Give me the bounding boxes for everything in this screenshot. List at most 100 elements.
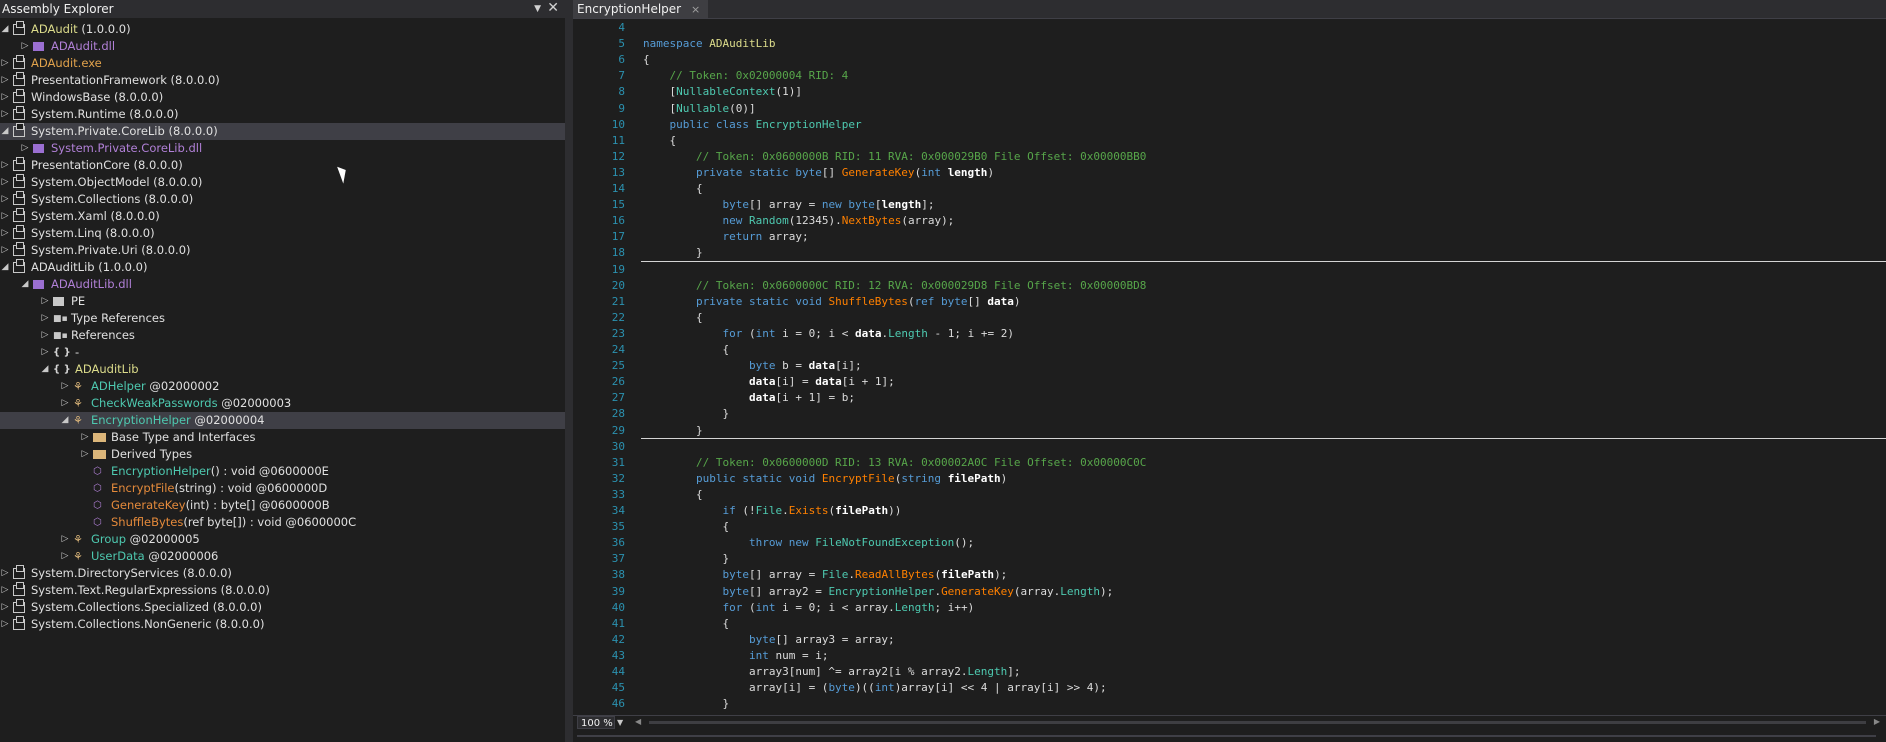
- collapsed-arrow-icon[interactable]: ▷: [60, 531, 70, 548]
- line-number: 19: [611, 262, 625, 276]
- tree-item[interactable]: ▷ ⚘ CheckWeakPasswords @02000003: [0, 395, 565, 412]
- collapsed-arrow-icon[interactable]: ▷: [60, 548, 70, 565]
- tree-item[interactable]: ▷ ⚘ ADHelper @02000002: [0, 378, 565, 395]
- tree-item[interactable]: ◢{ } ADAuditLib: [0, 361, 565, 378]
- collapsed-arrow-icon[interactable]: ▷: [0, 89, 10, 106]
- tree-item[interactable]: ▷ ⚘ UserData @02000006: [0, 548, 565, 565]
- tab-close-icon[interactable]: ×: [691, 3, 700, 16]
- assembly-explorer-panel: Assembly Explorer ▼ ✕ ◢ ADAudit (1.0.0.0)…: [0, 0, 565, 742]
- tree-item[interactable]: ▷ Base Type and Interfaces: [0, 429, 565, 446]
- tree-item[interactable]: ⬡ GenerateKey(int) : byte[] @0600000B: [0, 497, 565, 514]
- expanded-arrow-icon[interactable]: ◢: [40, 361, 50, 378]
- tree-item[interactable]: ▷ PresentationCore (8.0.0.0): [0, 157, 565, 174]
- scroll-thumb[interactable]: [649, 721, 1866, 724]
- tree-item[interactable]: ▷ PresentationFramework (8.0.0.0): [0, 72, 565, 89]
- tree-item[interactable]: ▷ ⚘ Group @02000005: [0, 531, 565, 548]
- collapsed-arrow-icon[interactable]: ▷: [0, 174, 10, 191]
- collapsed-arrow-icon[interactable]: ▷: [20, 140, 30, 157]
- tree-item[interactable]: ▷ System.ObjectModel (8.0.0.0): [0, 174, 565, 191]
- collapsed-arrow-icon[interactable]: ▷: [60, 378, 70, 395]
- tree-item-label: Type References: [71, 310, 165, 327]
- tree-item-label: System.Linq (8.0.0.0): [31, 225, 155, 242]
- code-line: new Random(12345).NextBytes(array);: [722, 214, 955, 228]
- scroll-right-icon[interactable]: ▶: [1874, 717, 1880, 726]
- tree-item-name: PE: [71, 294, 86, 308]
- chevron-down-icon[interactable]: ▼: [617, 716, 623, 730]
- tree-item[interactable]: ▷ System.Collections (8.0.0.0): [0, 191, 565, 208]
- tree-item[interactable]: ▷ System.Text.RegularExpressions (8.0.0.0…: [0, 582, 565, 599]
- expanded-arrow-icon[interactable]: ◢: [20, 276, 30, 293]
- collapsed-arrow-icon[interactable]: ▷: [40, 293, 50, 310]
- tree-item[interactable]: ▷ ADAudit.exe: [0, 55, 565, 72]
- tree-item[interactable]: ◢ ADAuditLib.dll: [0, 276, 565, 293]
- tree-item-label: System.Runtime (8.0.0.0): [31, 106, 178, 123]
- expanded-arrow-icon[interactable]: ◢: [0, 259, 10, 276]
- dropdown-pin-icon[interactable]: ▼: [534, 0, 541, 18]
- code-line: throw new FileNotFoundException();: [748, 536, 975, 550]
- tree-item[interactable]: ▷ ■▪ Type References: [0, 310, 565, 327]
- tab-encryptionhelper[interactable]: EncryptionHelper ×: [573, 0, 709, 18]
- zoom-select[interactable]: 100 %: [577, 716, 615, 729]
- collapsed-arrow-icon[interactable]: ▷: [0, 106, 10, 123]
- tree-item[interactable]: ▷ Derived Types: [0, 446, 565, 463]
- horizontal-scrollbar[interactable]: ◀ ▶: [635, 717, 1880, 727]
- line-number: 18: [611, 246, 625, 260]
- tree-item[interactable]: ◢ System.Private.CoreLib (8.0.0.0): [0, 123, 565, 140]
- collapsed-arrow-icon[interactable]: ▷: [0, 208, 10, 225]
- collapsed-arrow-icon[interactable]: ▷: [40, 327, 50, 344]
- close-icon[interactable]: ✕: [547, 0, 559, 17]
- tree-item-name: ADAuditLib.dll: [51, 277, 132, 291]
- collapsed-arrow-icon[interactable]: ▷: [40, 310, 50, 327]
- line-number: 10: [611, 117, 625, 131]
- tree-item[interactable]: ▷ ■▪ References: [0, 327, 565, 344]
- collapsed-arrow-icon[interactable]: ▷: [0, 616, 10, 633]
- expanded-arrow-icon[interactable]: ◢: [60, 412, 70, 429]
- expanded-arrow-icon[interactable]: ◢: [0, 123, 10, 140]
- tree-item[interactable]: ▷ System.Collections.NonGeneric (8.0.0.0): [0, 616, 565, 633]
- collapsed-arrow-icon[interactable]: ▷: [20, 38, 30, 55]
- tree-item[interactable]: ▷ PE: [0, 293, 565, 310]
- collapsed-arrow-icon[interactable]: ▷: [0, 55, 10, 72]
- tree-item[interactable]: ▷{ } -: [0, 344, 565, 361]
- collapsed-arrow-icon[interactable]: ▷: [0, 191, 10, 208]
- collapsed-arrow-icon[interactable]: ▷: [0, 225, 10, 242]
- collapsed-arrow-icon[interactable]: ▷: [60, 395, 70, 412]
- tree-item[interactable]: ▷ ADAudit.dll: [0, 38, 565, 55]
- collapsed-arrow-icon[interactable]: ▷: [80, 446, 90, 463]
- line-number: 9: [618, 101, 625, 115]
- code-line: namespace ADAuditLib: [643, 37, 776, 51]
- collapsed-arrow-icon[interactable]: ▷: [80, 429, 90, 446]
- tree-item[interactable]: ◢ ADAuditLib (1.0.0.0): [0, 259, 565, 276]
- tree-item-label: System.Text.RegularExpressions (8.0.0.0): [31, 582, 270, 599]
- scroll-left-icon[interactable]: ◀: [635, 717, 641, 726]
- tree-item-label: PE: [71, 293, 85, 310]
- collapsed-arrow-icon[interactable]: ▷: [0, 582, 10, 599]
- tree-item[interactable]: ▷ System.Collections.Specialized (8.0.0.0…: [0, 599, 565, 616]
- collapsed-arrow-icon[interactable]: ▷: [0, 599, 10, 616]
- tree-item[interactable]: ◢ ⚘ EncryptionHelper @02000004: [0, 412, 565, 429]
- tree-item[interactable]: ▷ System.Private.Uri (8.0.0.0): [0, 242, 565, 259]
- tree-item[interactable]: ▷ System.Linq (8.0.0.0): [0, 225, 565, 242]
- collapsed-arrow-icon[interactable]: ▷: [40, 344, 50, 361]
- assembly-icon: [13, 89, 25, 103]
- tree-item[interactable]: ⬡ EncryptionHelper() : void @0600000E: [0, 463, 565, 480]
- tree-item[interactable]: ◢ ADAudit (1.0.0.0): [0, 21, 565, 38]
- code-line: // Token: 0x02000004 RID: 4: [669, 69, 849, 83]
- collapsed-arrow-icon[interactable]: ▷: [0, 72, 10, 89]
- tree-item[interactable]: ▷ System.Runtime (8.0.0.0): [0, 106, 565, 123]
- tree-item[interactable]: ⬡ ShuffleBytes(ref byte[]) : void @060000…: [0, 514, 565, 531]
- panel-splitter[interactable]: [565, 0, 573, 742]
- collapsed-arrow-icon[interactable]: ▷: [0, 242, 10, 259]
- tree-item[interactable]: ▷ System.Xaml (8.0.0.0): [0, 208, 565, 225]
- expanded-arrow-icon[interactable]: ◢: [0, 21, 10, 38]
- tree-item[interactable]: ▷ WindowsBase (8.0.0.0): [0, 89, 565, 106]
- tree-item-name: System.Private.CoreLib: [31, 124, 165, 138]
- collapsed-arrow-icon[interactable]: ▷: [0, 157, 10, 174]
- status-bar: [573, 729, 1886, 742]
- collapsed-arrow-icon[interactable]: ▷: [0, 565, 10, 582]
- tree-item[interactable]: ▷ System.Private.CoreLib.dll: [0, 140, 565, 157]
- tree-item[interactable]: ⬡ EncryptFile(string) : void @0600000D: [0, 480, 565, 497]
- code-view[interactable]: 4 5 namespace ADAuditLib 6{7 // Token: 0x02…: [573, 20, 1886, 715]
- tree-item-label: System.Private.CoreLib (8.0.0.0): [31, 123, 218, 140]
- tree-item[interactable]: ▷ System.DirectoryServices (8.0.0.0): [0, 565, 565, 582]
